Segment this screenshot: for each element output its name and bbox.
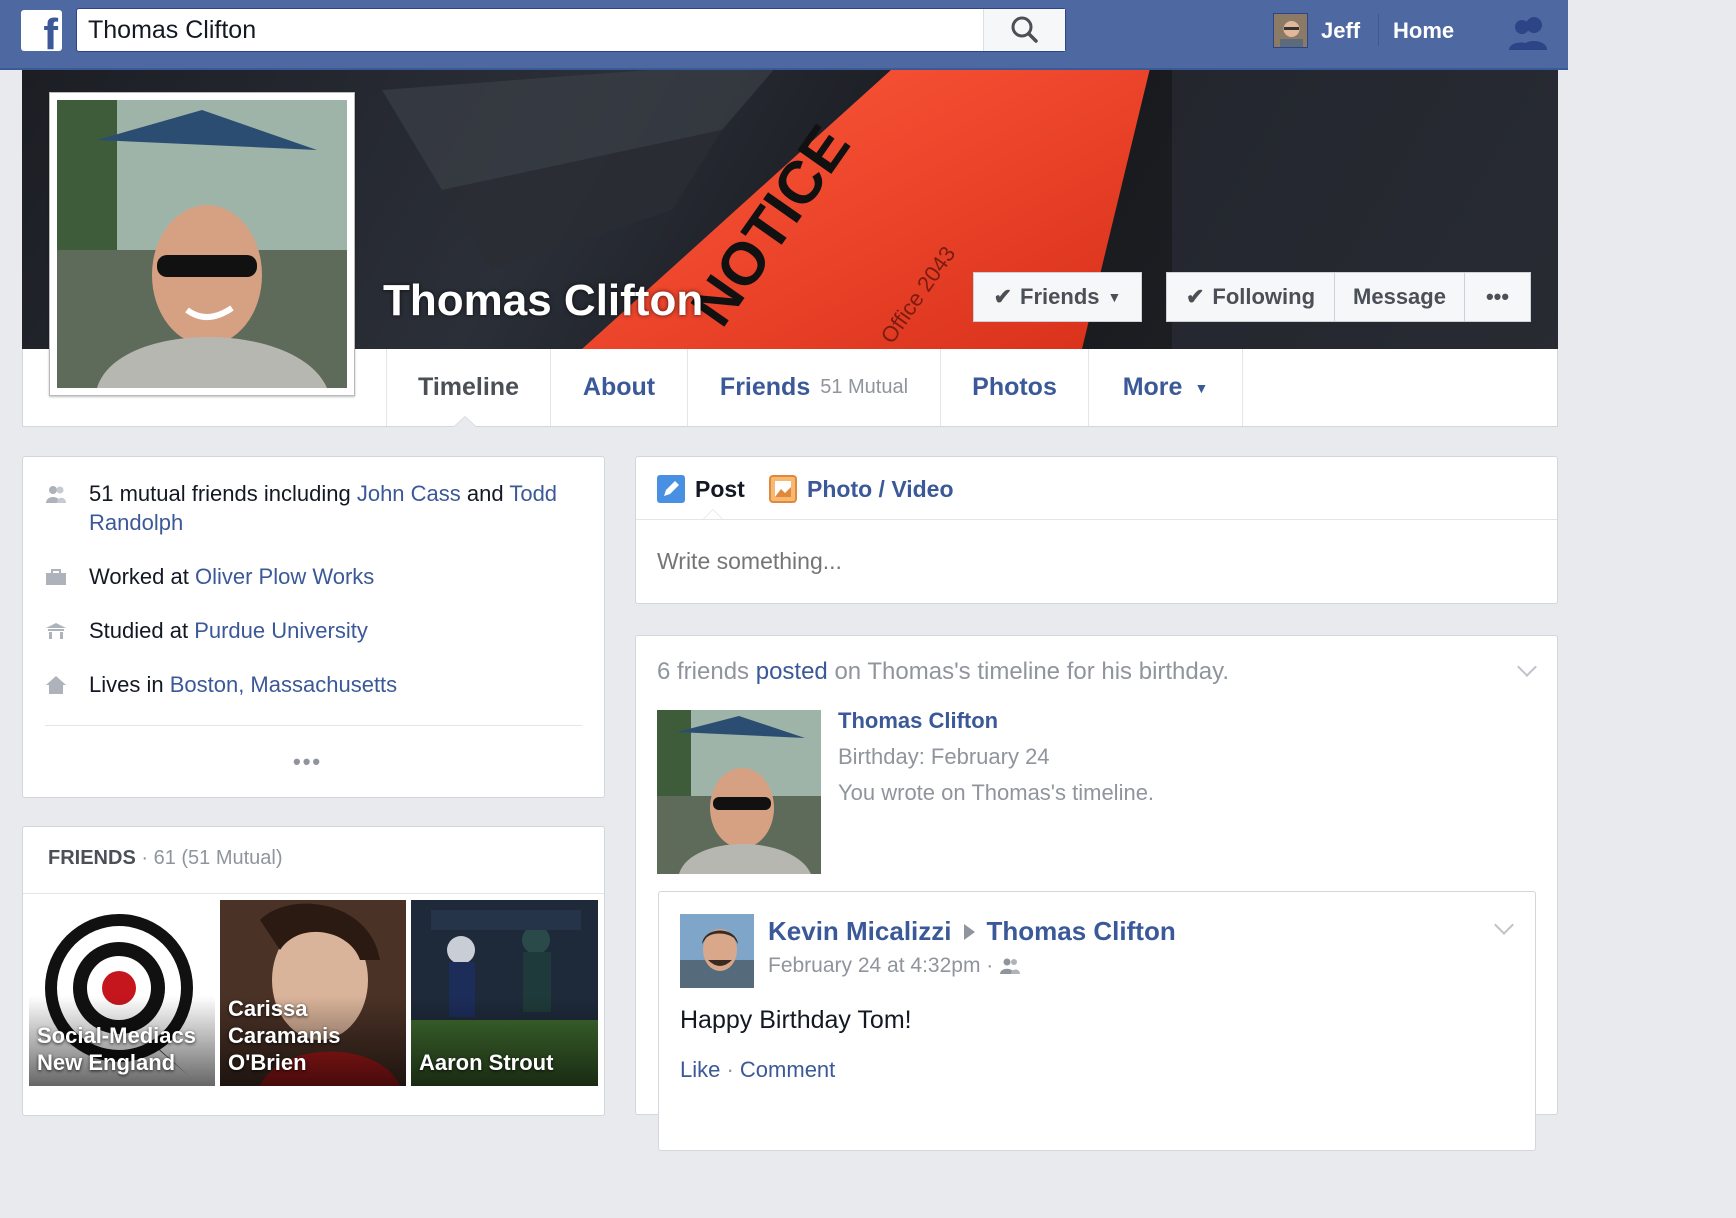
story-options-chevron-icon[interactable] <box>1517 657 1537 677</box>
home-link[interactable]: Home <box>1393 18 1454 44</box>
birthday-note: You wrote on Thomas's timeline. <box>838 780 1155 805</box>
composer-input[interactable] <box>636 520 1557 603</box>
tab-friends-label: Friends <box>719 373 811 401</box>
friends-divider <box>23 893 604 894</box>
composer-tab-post[interactable]: Post <box>657 475 745 503</box>
post-options-chevron-icon[interactable] <box>1494 915 1514 935</box>
post-meta: February 24 at 4:32pm · <box>768 954 1021 978</box>
active-tab-indicator <box>453 416 477 427</box>
following-button[interactable]: ✔ Following <box>1166 272 1335 322</box>
friend-tile-name: Aaron Strout <box>419 1050 554 1075</box>
tab-more-label: More <box>1122 373 1183 401</box>
see-more-dots[interactable]: ••• <box>293 749 322 775</box>
composer-photo-label: Photo / Video <box>807 475 954 502</box>
post-author-avatar[interactable] <box>680 914 754 988</box>
post-header: Kevin Micalizzi Thomas Clifton <box>768 916 1176 947</box>
timeline-post: Kevin Micalizzi Thomas Clifton February … <box>658 891 1536 1151</box>
user-avatar[interactable] <box>1273 13 1308 48</box>
friends-card-header[interactable]: FRIENDS · 61 (51 Mutual) <box>48 847 283 870</box>
friends-button-label: Friends <box>1020 284 1100 309</box>
message-button[interactable]: Message <box>1334 272 1465 322</box>
tab-photos[interactable]: Photos <box>941 349 1089 426</box>
post-author-link[interactable]: Kevin Micalizzi <box>768 916 952 947</box>
friend-tile[interactable]: Carissa Caramanis O'Brien <box>220 900 406 1086</box>
caret-down-icon: ▼ <box>1194 379 1209 396</box>
education-row: Studied at Purdue University <box>45 616 569 645</box>
friend-tile-name: Carissa Caramanis O'Brien <box>228 996 341 1075</box>
friend-tile-name: Social-Mediacs New England <box>37 1023 196 1075</box>
more-options-button[interactable]: ••• <box>1464 272 1531 322</box>
photo-icon <box>769 475 797 503</box>
study-prefix: Studied at <box>89 618 195 643</box>
school-link[interactable]: Purdue University <box>194 618 368 643</box>
comment-link[interactable]: Comment <box>740 1057 835 1082</box>
posted-link[interactable]: posted <box>756 658 828 685</box>
tab-timeline[interactable]: Timeline <box>386 349 551 426</box>
birthday-date: Birthday: February 24 <box>838 744 1050 769</box>
post-target-link[interactable]: Thomas Clifton <box>987 916 1176 947</box>
search-input[interactable] <box>77 9 985 51</box>
school-icon <box>46 623 66 639</box>
topbar-divider <box>1378 14 1379 46</box>
mutual-friends-count: 51 Mutual <box>820 376 909 398</box>
profile-action-buttons: ✔ Following Message ••• <box>1166 272 1531 322</box>
city-link[interactable]: Boston, Massachusetts <box>170 672 397 697</box>
friend-tile[interactable]: Social-Mediacs New England <box>29 900 215 1086</box>
lives-prefix: Lives in <box>89 672 170 697</box>
arrow-right-icon <box>963 923 975 940</box>
post-actions: Like · Comment <box>680 1057 836 1082</box>
birthday-feed-story: 6 friends posted on Thomas's timeline fo… <box>635 635 1558 1151</box>
intro-card: 51 mutual friends including John Cass an… <box>22 456 605 798</box>
friends-card-title: FRIENDS <box>48 847 136 869</box>
following-button-label: Following <box>1212 284 1316 309</box>
post-composer: Post Photo / Video <box>635 456 1558 604</box>
friends-card: FRIENDS · 61 (51 Mutual) Social-Mediacs … <box>22 826 605 1116</box>
search-icon <box>1011 16 1038 43</box>
mutual-friends-and: and <box>460 481 510 506</box>
tab-about[interactable]: About <box>551 349 688 426</box>
post-timestamp[interactable]: February 24 at 4:32pm · <box>768 954 993 978</box>
friend-link-john-cass[interactable]: John Cass <box>357 481 461 506</box>
intro-divider <box>45 725 582 726</box>
friend-tile[interactable]: Aaron Strout <box>411 900 598 1086</box>
work-prefix: Worked at <box>89 564 195 589</box>
home-icon <box>46 676 66 694</box>
facebook-logo-icon[interactable]: f <box>21 10 62 57</box>
caret-down-icon: ▼ <box>1107 289 1122 305</box>
work-row: Worked at Oliver Plow Works <box>45 562 569 591</box>
like-link[interactable]: Like <box>680 1057 720 1082</box>
checkmark-icon: ✔ <box>993 284 1013 309</box>
top-navigation-bar: f Jeff Home <box>0 0 1568 70</box>
profile-name: Thomas Clifton <box>383 276 704 325</box>
mutual-friends-row: 51 mutual friends including John Cass an… <box>45 479 569 537</box>
tab-more[interactable]: More ▼ <box>1089 349 1243 426</box>
birthday-profile-thumbnail[interactable] <box>657 710 821 874</box>
checkmark-icon: ✔ <box>1185 284 1205 309</box>
pencil-icon <box>657 475 685 503</box>
post-text: Happy Birthday Tom! <box>680 1006 912 1034</box>
tab-friends[interactable]: Friends 51 Mutual <box>688 349 941 426</box>
user-name-link[interactable]: Jeff <box>1321 18 1360 44</box>
search-button[interactable] <box>983 9 1065 51</box>
briefcase-icon <box>46 569 66 585</box>
work-place-link[interactable]: Oliver Plow Works <box>195 564 374 589</box>
birthday-person-link[interactable]: Thomas Clifton <box>838 708 998 734</box>
lives-row: Lives in Boston, Massachusetts <box>45 670 569 699</box>
friends-button[interactable]: ✔ Friends ▼ <box>973 272 1142 322</box>
friends-audience-icon[interactable] <box>999 957 1021 975</box>
story-headline: 6 friends posted on Thomas's timeline fo… <box>657 658 1229 685</box>
friends-icon <box>46 486 66 503</box>
friends-card-count: · 61 (51 Mutual) <box>135 847 283 869</box>
profile-picture[interactable] <box>49 92 355 396</box>
friend-requests-icon[interactable] <box>1507 14 1551 50</box>
mutual-friends-prefix: 51 mutual friends including <box>89 481 357 506</box>
composer-tab-photo-video[interactable]: Photo / Video <box>769 475 954 503</box>
search-box <box>76 8 1066 52</box>
composer-post-label: Post <box>695 475 745 502</box>
